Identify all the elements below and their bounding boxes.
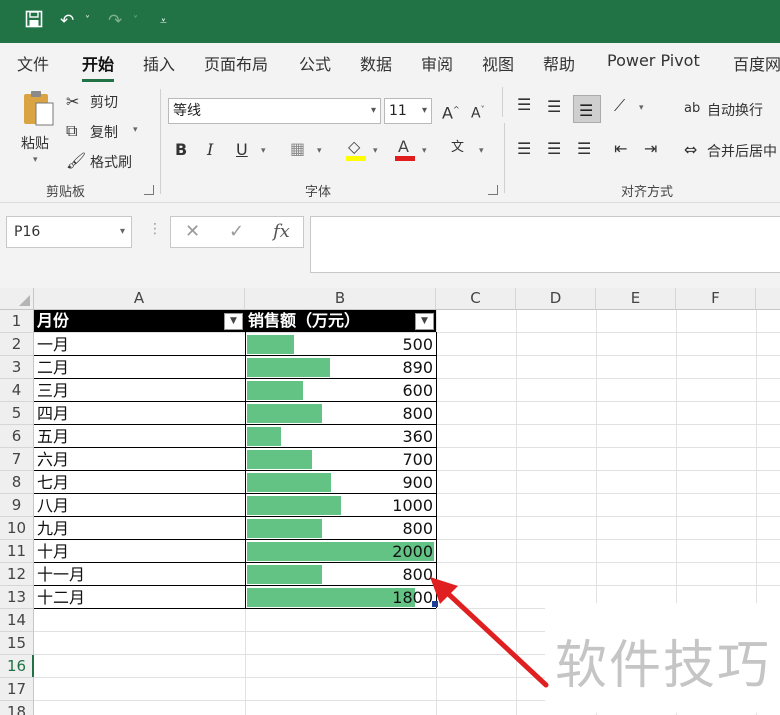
annotation-arrow-icon — [430, 577, 549, 688]
